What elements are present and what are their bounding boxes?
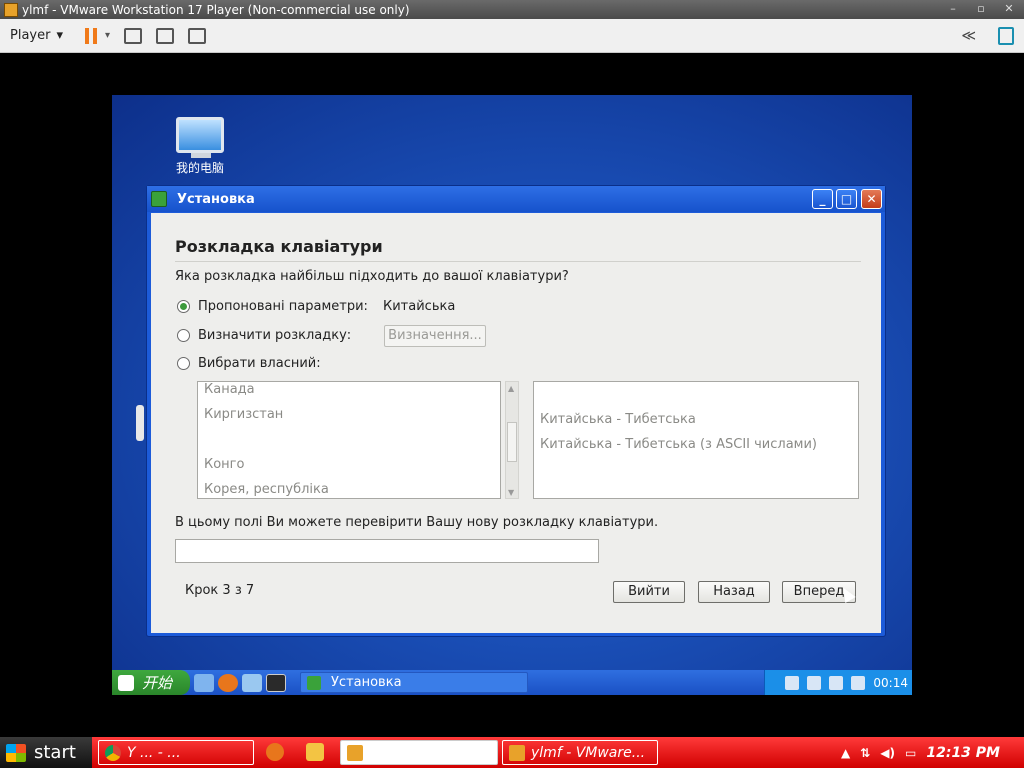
terminal-icon[interactable] [266,673,286,692]
radio-suggested[interactable]: Пропоновані параметри: [177,299,368,314]
host-system-tray: ▲ ⇅ ◀) ▭ 12:13 PM [841,737,1024,768]
tray-expand-icon[interactable]: ▲ [841,746,850,760]
vmware-window-title: ylmf - VMware Workstation 17 Player (Non… [22,2,410,17]
guest-start-label: 开始 [142,674,173,692]
list-item[interactable]: Конго [204,457,244,472]
radio-custom-label: Вибрати власний: [198,356,321,371]
vmware-window-controls: – ▫ ✕ [946,2,1016,16]
guest-task-label: Установка [331,675,402,690]
suggested-layout-value: Китайська [383,299,456,314]
quit-button[interactable]: Вийти [613,581,685,603]
scroll-thumb[interactable] [507,422,517,462]
close-button[interactable]: ✕ [1002,2,1016,16]
show-desktop-icon[interactable] [194,673,214,692]
list-item[interactable]: Канада [204,382,255,397]
host-task-label: Y ... - ... [127,744,181,761]
guest-start-button[interactable]: 开始 [112,670,190,695]
vmware-task-icon [509,744,525,761]
pause-dropdown-icon[interactable]: ▾ [105,30,110,41]
scroll-up-icon[interactable]: ▲ [508,384,516,393]
layout-test-input[interactable] [175,539,599,563]
battery-icon[interactable]: ▭ [905,746,916,760]
vmware-toolbar: Player ▾ ▾ ≪ [0,19,1024,53]
list-item[interactable]: Китайська - Тибетська (з ASCII числами) [540,437,817,452]
firefox-icon[interactable] [218,673,238,692]
host-clock: 12:13 PM [926,744,1000,761]
send-ctrl-alt-del-icon[interactable] [124,27,143,44]
chrome-icon [105,744,121,761]
guest-taskbar: 开始 Установка 00:14 [112,670,912,695]
step-indicator: Крок 3 з 7 [185,583,255,598]
desktop-icon-label: 我的电脑 [175,161,224,175]
list-item[interactable]: Корея, республіка [204,482,329,497]
list-item[interactable]: Китайська - Тибетська [540,412,696,427]
firefox-pin-icon[interactable] [266,743,284,761]
installer-title-bar[interactable]: Установка _ □ ✕ [147,186,885,212]
host-task-vmware-2[interactable]: ylmf - VMware... [502,740,658,765]
settings-tray-icon[interactable] [829,675,844,690]
host-task-vmware-1[interactable] [340,740,498,765]
installer-window-title: Установка [177,191,255,207]
battery-icon[interactable] [807,675,822,690]
speaker-icon[interactable]: ◀) [880,746,895,760]
monitor-icon [176,117,224,158]
double-chevron-left-icon[interactable]: ≪ [961,28,976,44]
installer-maximize-button[interactable]: □ [836,189,857,209]
mail-icon[interactable] [851,675,866,690]
host-taskbar: start Y ... - ... ylmf - VMware... ▲ ⇅ ◀… [0,737,1024,768]
windows-flag-icon [6,743,26,762]
guest-screen[interactable]: 我的电脑 Установка _ □ ✕ Розкладка клавіатур… [112,95,912,695]
page-title: Розкладка клавіатури [175,237,383,256]
guest-system-tray: 00:14 [764,670,912,695]
host-task-label: ylmf - VMware... [531,744,646,761]
vmware-logo-icon [4,2,18,17]
notes-icon[interactable] [998,26,1014,45]
detect-layout-button[interactable]: Визначення... [384,325,486,347]
desktop-icon-my-computer[interactable]: 我的电脑 [170,117,230,176]
variant-list[interactable]: Китайська - Тибетська Китайська - Тибетс… [533,381,859,499]
player-menu[interactable]: Player ▾ [10,28,63,43]
country-list-scrollbar[interactable]: ▲ ▼ [505,381,519,499]
country-list[interactable]: Канада Киргизстан Конго Корея, республік… [197,381,501,499]
vmware-title-bar: ylmf - VMware Workstation 17 Player (Non… [0,0,1024,19]
layout-question: Яка розкладка найбільш підходить до вашо… [175,269,569,284]
radio-detect-label: Визначити розкладку: [198,328,352,343]
unity-icon[interactable] [188,27,207,44]
minimize-button[interactable]: – [946,2,960,16]
back-button[interactable]: Назад [698,581,770,603]
guest-clock: 00:14 [873,675,908,690]
guest-task-installer[interactable]: Установка [300,672,528,693]
installer-task-icon [307,675,321,690]
radio-detect[interactable]: Визначити розкладку: [177,328,351,343]
explorer-pin-icon[interactable] [306,743,324,761]
fullscreen-icon[interactable] [156,27,175,44]
vmware-task-icon [347,744,363,761]
host-task-chrome[interactable]: Y ... - ... [98,740,254,765]
chevron-down-icon: ▾ [56,28,63,43]
installer-minimize-button[interactable]: _ [812,189,833,209]
radio-suggested-label: Пропоновані параметри: [198,299,368,314]
side-panel-handle[interactable] [136,405,144,441]
host-start-label: start [34,742,76,763]
network-icon[interactable] [785,675,800,690]
host-start-button[interactable]: start [0,737,92,768]
network-icon[interactable]: ⇅ [860,746,870,760]
installer-close-button[interactable]: ✕ [861,189,882,209]
heading-divider [175,261,861,262]
radio-detect-indicator[interactable] [177,329,190,342]
maximize-button[interactable]: ▫ [974,2,988,16]
installer-body: Розкладка клавіатури Яка розкладка найбі… [151,213,881,633]
radio-suggested-indicator[interactable] [177,300,190,313]
installer-app-icon [151,191,167,207]
player-menu-label: Player [10,28,51,43]
installer-window: Установка _ □ ✕ Розкладка клавіатури Яка… [146,185,886,637]
monitor-quicklaunch-icon[interactable] [242,673,262,692]
radio-custom-indicator[interactable] [177,357,190,370]
test-field-label: В цьому полі Ви можете перевірити Вашу н… [175,515,659,530]
radio-custom[interactable]: Вибрати власний: [177,356,321,371]
list-item[interactable]: Киргизстан [204,407,283,422]
pause-icon[interactable] [85,27,97,44]
scroll-down-icon[interactable]: ▼ [508,488,516,497]
start-icon [118,674,134,691]
